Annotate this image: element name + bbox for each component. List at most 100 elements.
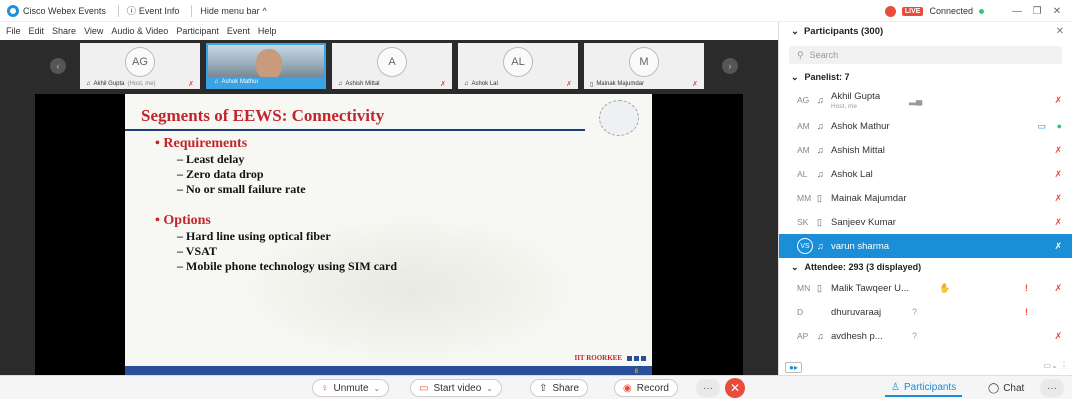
muted-mic-icon: ✗ <box>1054 240 1062 251</box>
attendee-row[interactable]: D dhuruvaraaj ? ! <box>779 300 1072 324</box>
avatar-initials: SK <box>797 217 809 227</box>
more-options-button[interactable]: ··· <box>696 379 720 397</box>
video-tile-akhil-gupta[interactable]: AG ♫ Akhil Gupta (Host, me) ✗ <box>80 43 200 89</box>
muted-mic-icon: ♀ <box>321 382 329 394</box>
group-label: Panelist: 7 <box>804 72 850 82</box>
participants-toggle-button[interactable]: ♙ Participants <box>885 379 963 397</box>
close-panel-button[interactable]: ✕ <box>1056 26 1064 37</box>
slide-footer-decoration <box>627 356 646 361</box>
participant-name: Mainak Majumdar <box>831 192 907 204</box>
participant-row[interactable]: AL ♫ Ashok Lal ✗ <box>779 162 1072 186</box>
unmute-button[interactable]: ♀ Unmute ⌄ <box>312 379 390 397</box>
headset-icon: ♫ <box>817 145 824 155</box>
menu-event[interactable]: Event <box>227 26 250 36</box>
menu-view[interactable]: View <box>84 26 103 36</box>
participants-panel: ⌄ Participants (300) ✕ ⚲ Search ⌄ Paneli… <box>778 22 1072 375</box>
attendee-row[interactable]: AP ♫ avdhesh p... ? ✗ <box>779 324 1072 348</box>
title-bar: Cisco Webex Events ⓘ Event Info Hide men… <box>0 0 1072 22</box>
headset-icon: ♫ <box>817 95 824 105</box>
panel-more-button[interactable]: ··· <box>1040 379 1064 397</box>
minimize-button[interactable]: — <box>1010 6 1024 17</box>
chat-icon: ◯ <box>988 382 1000 394</box>
participant-row[interactable]: MM ▯ Mainak Majumdar ✗ <box>779 186 1072 210</box>
muted-mic-icon: ✗ <box>1054 216 1062 227</box>
headset-icon: ♫ <box>464 81 469 87</box>
filmstrip-prev-button[interactable]: ‹ <box>50 58 66 74</box>
info-icon: ⓘ <box>126 6 136 16</box>
unmute-label: Unmute <box>333 382 369 394</box>
record-button[interactable]: ◉ Record <box>614 379 678 397</box>
video-tile-ashok-mathur[interactable]: ♫ Ashok Mathur <box>206 43 326 89</box>
avatar: AG <box>125 47 155 77</box>
footer-options-button[interactable]: ▭⌄ ⋮ <box>1044 361 1068 370</box>
panelist-group-header[interactable]: ⌄ Panelist: 7 <box>779 68 1072 86</box>
bullet-heading-text: Requirements <box>163 136 248 151</box>
attendee-row[interactable]: MN ▯ Malik Tawqeer U... ✋ ! ✗ <box>779 276 1072 300</box>
audio-options-button[interactable]: ●▸ <box>785 361 802 373</box>
group-label: Attendee: 293 (3 displayed) <box>804 262 922 272</box>
menu-share[interactable]: Share <box>52 26 76 36</box>
panel-header[interactable]: ⌄ Participants (300) <box>779 22 1072 40</box>
tile-name-bar: ♫ Ashok Mathur <box>208 77 324 87</box>
search-icon: ⚲ <box>797 49 804 60</box>
headset-icon: ♫ <box>338 81 343 87</box>
video-tile-mainak-majumdar[interactable]: M ▯ Mainak Majumdar ✗ <box>584 43 704 89</box>
participant-row[interactable]: AG ♫ Akhil Gupta Host, me ▂▄ ✗ <box>779 86 1072 114</box>
avatar-initials: MM <box>797 193 812 203</box>
tile-name-bar: ▯ Mainak Majumdar <box>584 79 704 89</box>
participant-row[interactable]: AM ♫ Ashish Mittal ✗ <box>779 138 1072 162</box>
connection-dot-icon <box>979 8 984 14</box>
close-window-button[interactable]: ✕ <box>1050 6 1064 17</box>
menu-help[interactable]: Help <box>258 26 277 36</box>
tile-name: Akhil Gupta <box>93 81 125 87</box>
muted-mic-icon: ✗ <box>692 81 698 88</box>
iit-roorkee-seal-icon <box>599 100 639 136</box>
tile-name-bar: ♫ Ashish Mittal <box>332 79 452 89</box>
attendee-flag: ? <box>912 307 918 317</box>
menu-file[interactable]: File <box>6 26 21 36</box>
video-tile-ashish-mittal[interactable]: A ♫ Ashish Mittal ✗ <box>332 43 452 89</box>
share-icon: ⇧ <box>539 382 548 394</box>
participant-row[interactable]: SK ▯ Sanjeev Kumar ✗ <box>779 210 1072 234</box>
share-label: Share <box>552 382 580 394</box>
slide-title: Segments of EEWS: Connectivity <box>141 106 385 125</box>
chevron-down-icon: ⌄ <box>791 261 799 272</box>
participant-row[interactable]: AM ♫ Ashok Mathur ▭ ● <box>779 114 1072 138</box>
participant-row-selected[interactable]: VS ♫ varun sharma ✗ <box>779 234 1072 258</box>
headset-icon: ♫ <box>817 121 824 131</box>
share-button[interactable]: ⇧ Share <box>530 379 589 397</box>
muted-mic-icon: ✗ <box>1054 144 1062 155</box>
menu-audio-video[interactable]: Audio & Video <box>111 26 168 36</box>
avatar-initials: AM <box>797 121 810 131</box>
record-icon: ◉ <box>623 382 632 394</box>
video-tile-ashok-lal[interactable]: AL ♫ Ashok Lal ✗ <box>458 43 578 89</box>
chat-toggle-button[interactable]: ◯ Chat <box>982 379 1030 397</box>
menu-participant[interactable]: Participant <box>176 26 219 36</box>
attendee-flag: ? <box>912 331 918 341</box>
muted-mic-icon: ✗ <box>440 81 446 88</box>
participant-face <box>256 49 282 79</box>
title-underline <box>125 129 585 131</box>
attendee-name: Malik Tawqeer U... <box>831 282 909 294</box>
participant-search-input[interactable]: ⚲ Search <box>789 46 1062 64</box>
muted-mic-icon: ✗ <box>188 81 194 88</box>
sub-bullet-text: Least delay <box>186 152 245 166</box>
participants-label: Participants <box>903 381 957 393</box>
live-badge: LIVE <box>901 6 924 16</box>
attendee-group-header[interactable]: ⌄ Attendee: 293 (3 displayed) <box>779 258 1072 276</box>
restore-button[interactable]: ❐ <box>1030 6 1044 17</box>
leave-meeting-button[interactable]: ✕ <box>725 378 745 398</box>
event-info-label: Event Info <box>138 5 180 16</box>
avatar: A <box>377 47 407 77</box>
sub-bullet-text: No or small failure rate <box>186 182 306 196</box>
mic-active-icon: ● <box>1056 121 1062 131</box>
filmstrip-next-button[interactable]: › <box>722 58 738 74</box>
start-video-button[interactable]: ▭ Start video ⌄ <box>410 379 502 397</box>
event-info-button[interactable]: ⓘ Event Info <box>127 4 180 17</box>
menu-edit[interactable]: Edit <box>29 26 45 36</box>
hide-menu-bar-button[interactable]: Hide menu bar ^ <box>200 6 266 16</box>
divider <box>191 4 193 17</box>
sub-bullet: – Zero data drop <box>177 167 264 181</box>
raise-hand-icon: ✋ <box>939 282 951 293</box>
sub-bullet-text: Hard line using optical fiber <box>186 229 331 243</box>
